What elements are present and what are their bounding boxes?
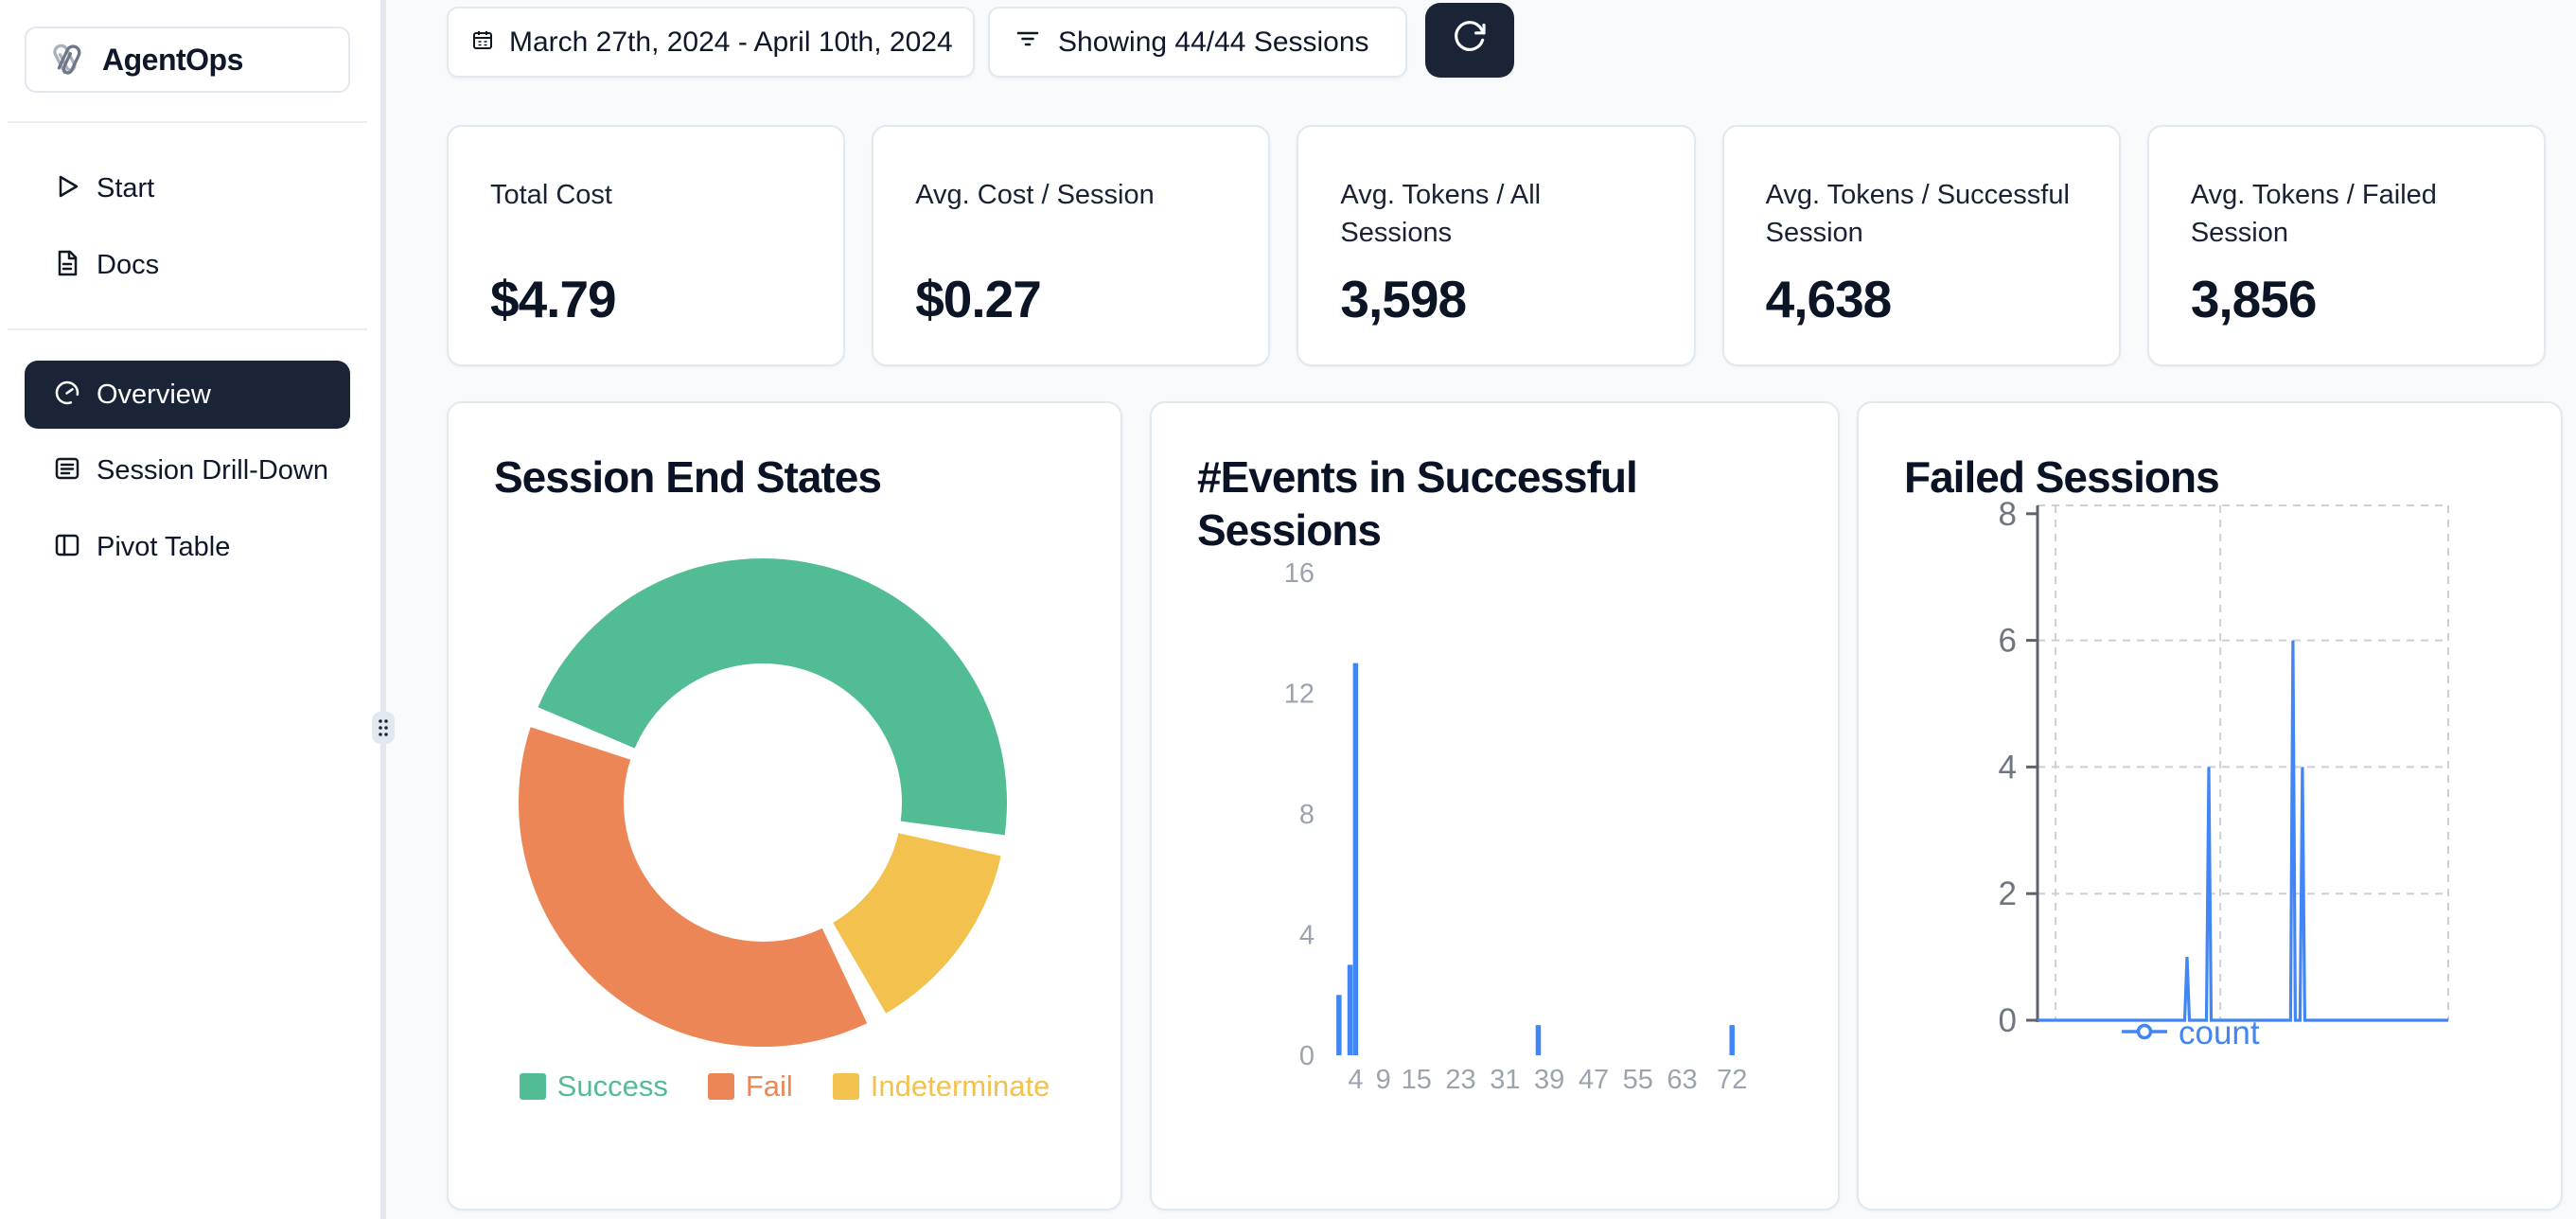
grip-dots-icon: [377, 717, 390, 738]
svg-text:8: 8: [1999, 496, 2017, 533]
legend-label: Fail: [746, 1069, 793, 1104]
svg-text:8: 8: [1299, 800, 1314, 830]
sidebar-item-label: Overview: [97, 380, 211, 411]
svg-text:4: 4: [1299, 921, 1314, 951]
legend-item-indeterminate[interactable]: Indeterminate: [833, 1069, 1050, 1104]
sessions-filter-button[interactable]: Showing 44/44 Sessions: [988, 7, 1407, 78]
pivot-icon: [53, 531, 81, 564]
app-title: AgentOps: [102, 43, 243, 78]
legend-swatch: [520, 1073, 546, 1100]
sidebar-item-label: Session Drill-Down: [97, 455, 328, 486]
stat-value: 4,638: [1766, 269, 2077, 329]
stat-value: $0.27: [915, 269, 1226, 329]
stat-card-avg-tokens-successful: Avg. Tokens / Successful Session 4,638: [1722, 125, 2121, 366]
legend-item-success[interactable]: Success: [520, 1069, 668, 1104]
sidebar-divider-top: [8, 121, 367, 123]
logo[interactable]: AgentOps: [25, 26, 350, 93]
svg-text:55: 55: [1623, 1065, 1653, 1095]
sidebar-resize-divider: [380, 0, 386, 1219]
svg-text:39: 39: [1534, 1065, 1564, 1095]
legend-item-fail[interactable]: Fail: [708, 1069, 793, 1104]
failed-sessions-card: Failed Sessions 02468 count: [1857, 401, 2563, 1210]
line-chart-legend[interactable]: count: [2120, 1015, 2260, 1052]
svg-text:15: 15: [1402, 1065, 1432, 1095]
svg-text:0: 0: [1299, 1041, 1314, 1071]
svg-text:47: 47: [1579, 1065, 1609, 1095]
failed-sessions-chart: 0 2 4 6 8: [1859, 403, 2565, 1212]
events-in-successful-sessions-card: #Events in Successful Sessions 048121649…: [1150, 401, 1840, 1210]
legend-line-marker-icon: [2120, 1022, 2169, 1046]
calendar-icon: [471, 26, 494, 59]
svg-text:2: 2: [1999, 875, 2017, 912]
svg-text:4: 4: [1999, 749, 2017, 786]
play-icon: [53, 172, 81, 205]
svg-text:31: 31: [1490, 1065, 1520, 1095]
stat-label: Avg. Tokens / All Sessions: [1340, 176, 1651, 256]
legend-swatch: [708, 1073, 734, 1100]
sidebar-item-label: Pivot Table: [97, 532, 230, 563]
legend-label: count: [2179, 1015, 2260, 1052]
svg-text:12: 12: [1284, 680, 1314, 710]
stat-cards-row: Total Cost $4.79 Avg. Cost / Session $0.…: [447, 125, 2546, 366]
svg-text:9: 9: [1376, 1065, 1391, 1095]
svg-text:4: 4: [1348, 1065, 1363, 1095]
document-icon: [53, 249, 81, 282]
donut-legend: Success Fail Indeterminate: [449, 1069, 1120, 1104]
svg-text:6: 6: [1999, 623, 2017, 660]
stat-value: 3,856: [2191, 269, 2502, 329]
sidebar: AgentOps Start Docs: [0, 0, 380, 1219]
filter-icon: [1015, 26, 1041, 60]
sessions-filter-label: Showing 44/44 Sessions: [1058, 26, 1369, 59]
date-range-button[interactable]: March 27th, 2024 - April 10th, 2024: [447, 7, 975, 78]
stat-card-total-cost: Total Cost $4.79: [447, 125, 845, 366]
stat-value: 3,598: [1340, 269, 1651, 329]
sidebar-item-pivot-table[interactable]: Pivot Table: [25, 521, 350, 574]
session-end-states-card: Session End States Success Fail Indeterm…: [447, 401, 1122, 1210]
svg-text:72: 72: [1717, 1065, 1747, 1095]
svg-text:16: 16: [1284, 558, 1314, 589]
sidebar-item-session-drill-down[interactable]: Session Drill-Down: [25, 444, 350, 497]
stat-label: Total Cost: [490, 176, 802, 256]
svg-text:23: 23: [1445, 1065, 1475, 1095]
refresh-icon: [1451, 18, 1489, 63]
legend-swatch: [833, 1073, 859, 1100]
stat-value: $4.79: [490, 269, 802, 329]
stat-card-avg-tokens-failed: Avg. Tokens / Failed Session 3,856: [2147, 125, 2546, 366]
list-icon: [53, 454, 81, 487]
svg-text:63: 63: [1667, 1065, 1697, 1095]
stat-label: Avg. Tokens / Successful Session: [1766, 176, 2077, 256]
agentops-dashboard: AgentOps Start Docs: [0, 0, 2576, 1219]
sidebar-item-label: Start: [97, 173, 154, 204]
stat-card-avg-cost-session: Avg. Cost / Session $0.27: [872, 125, 1270, 366]
sidebar-item-docs[interactable]: Docs: [25, 238, 350, 292]
events-bar-chart: 0481216491523313947556372: [1152, 403, 1842, 1212]
legend-label: Indeterminate: [871, 1069, 1050, 1104]
sidebar-item-label: Docs: [97, 250, 159, 281]
refresh-button[interactable]: [1425, 3, 1514, 78]
date-range-label: March 27th, 2024 - April 10th, 2024: [509, 26, 953, 59]
svg-text:0: 0: [1999, 1002, 2017, 1039]
stat-label: Avg. Tokens / Failed Session: [2191, 176, 2502, 256]
paperclip-logo-icon: [45, 37, 87, 83]
gauge-icon: [53, 379, 81, 412]
sidebar-item-start[interactable]: Start: [25, 162, 350, 215]
stat-card-avg-tokens-all: Avg. Tokens / All Sessions 3,598: [1297, 125, 1695, 366]
legend-label: Success: [557, 1069, 668, 1104]
sidebar-item-overview[interactable]: Overview: [25, 361, 350, 429]
stat-label: Avg. Cost / Session: [915, 176, 1226, 256]
sidebar-drag-handle[interactable]: [372, 712, 395, 744]
sidebar-divider-bottom: [8, 328, 367, 330]
